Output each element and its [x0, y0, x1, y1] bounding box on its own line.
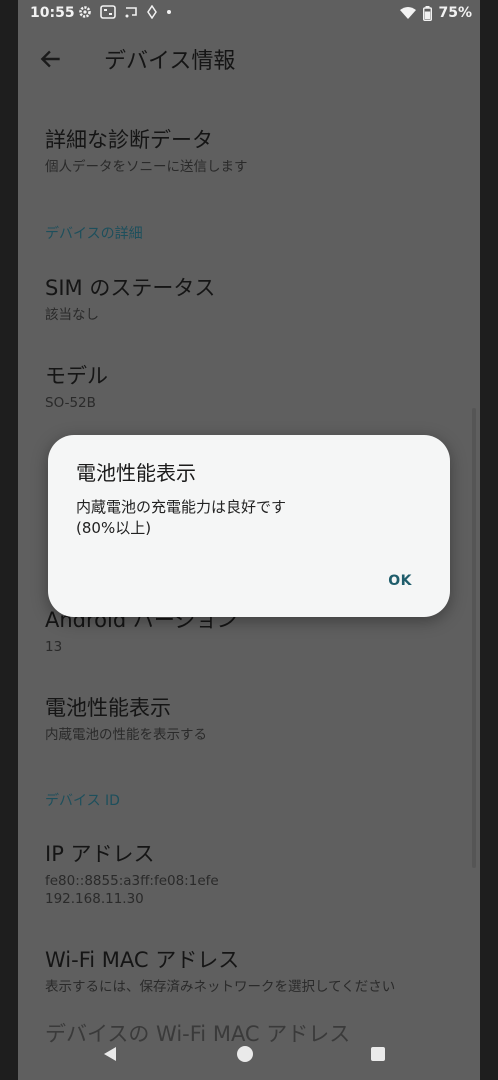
list-item-diagnostics[interactable]: 詳細な診断データ 個人データをソニーに送信します — [45, 124, 248, 176]
item-subtitle: 表示するには、保存済みネットワークを選択してください — [45, 979, 396, 995]
app-bar: デバイス情報 — [18, 28, 480, 90]
navigation-bar: デバイスの Wi-Fi MAC アドレス — [18, 1022, 480, 1080]
item-title: Wi-Fi MAC アドレス — [45, 948, 240, 972]
page-title: デバイス情報 — [104, 49, 236, 74]
status-right: 75% — [399, 5, 472, 21]
cast-icon — [125, 7, 137, 18]
list-item-battery-performance[interactable]: 電池性能表示 内蔵電池の性能を表示する — [45, 692, 207, 744]
list-item-wifi-mac[interactable]: Wi-Fi MAC アドレス 表示するには、保存済みネットワークを選択してくださ… — [45, 944, 395, 996]
nav-home-icon[interactable] — [237, 1046, 253, 1062]
status-icons — [78, 5, 172, 19]
nav-recents-icon[interactable] — [371, 1047, 385, 1061]
item-title: IP アドレス — [45, 842, 155, 866]
dialog-title: 電池性能表示 — [76, 461, 196, 485]
battery-icon — [423, 5, 433, 21]
location-icon — [147, 5, 157, 19]
screen: 10:55 75% デバイス情報 詳細な診断データ 個人データをソニーに送信しま… — [0, 0, 498, 1080]
section-header-device-details: デバイスの詳細 — [45, 226, 143, 242]
item-title: モデル — [45, 364, 108, 388]
list-item-device-wifi-mac[interactable]: デバイスの Wi-Fi MAC アドレス — [45, 1018, 350, 1048]
nav-back-icon[interactable] — [102, 1046, 118, 1062]
scrollbar[interactable] — [472, 408, 476, 868]
back-arrow-icon[interactable] — [38, 46, 64, 72]
status-time: 10:55 — [30, 5, 75, 21]
list-item-ip-address[interactable]: IP アドレス fe80::8855:a3ff:fe08:1efe 192.16… — [45, 838, 219, 908]
list-item-model[interactable]: モデル SO-52B — [45, 360, 108, 412]
item-title: 電池性能表示 — [45, 696, 171, 720]
battery-percent: 75% — [438, 5, 472, 21]
item-subtitle: 13 — [45, 639, 63, 655]
item-subtitle: 個人データをソニーに送信します — [45, 159, 248, 175]
item-subtitle: 内蔵電池の性能を表示する — [45, 727, 207, 743]
screenshot-icon — [100, 5, 116, 19]
dialog-message-line-2: (80%以上) — [76, 519, 152, 537]
item-subtitle: SO-52B — [45, 395, 96, 411]
right-bezel — [480, 0, 498, 1080]
wifi-icon — [400, 7, 417, 19]
status-bar: 10:55 75% — [18, 0, 480, 28]
item-title: SIM のステータス — [45, 276, 216, 300]
item-subtitle: 該当なし — [45, 307, 99, 323]
left-bezel — [0, 0, 18, 1080]
notification-dot-icon — [167, 10, 171, 14]
ip-line-1: fe80::8855:a3ff:fe08:1efe — [45, 873, 219, 889]
ok-button[interactable]: OK — [388, 573, 412, 589]
dialog-message: 内蔵電池の充電能力は良好です (80%以上) — [76, 497, 416, 539]
battery-dialog: 電池性能表示 内蔵電池の充電能力は良好です (80%以上) OK — [48, 435, 450, 617]
list-item-sim-status[interactable]: SIM のステータス 該当なし — [45, 272, 215, 324]
section-header-device-id: デバイス ID — [45, 793, 120, 809]
ip-line-2: 192.168.11.30 — [45, 891, 144, 907]
dialog-message-line-1: 内蔵電池の充電能力は良好です — [76, 498, 287, 516]
item-title: 詳細な診断データ — [45, 128, 213, 152]
gear-icon — [79, 6, 91, 18]
